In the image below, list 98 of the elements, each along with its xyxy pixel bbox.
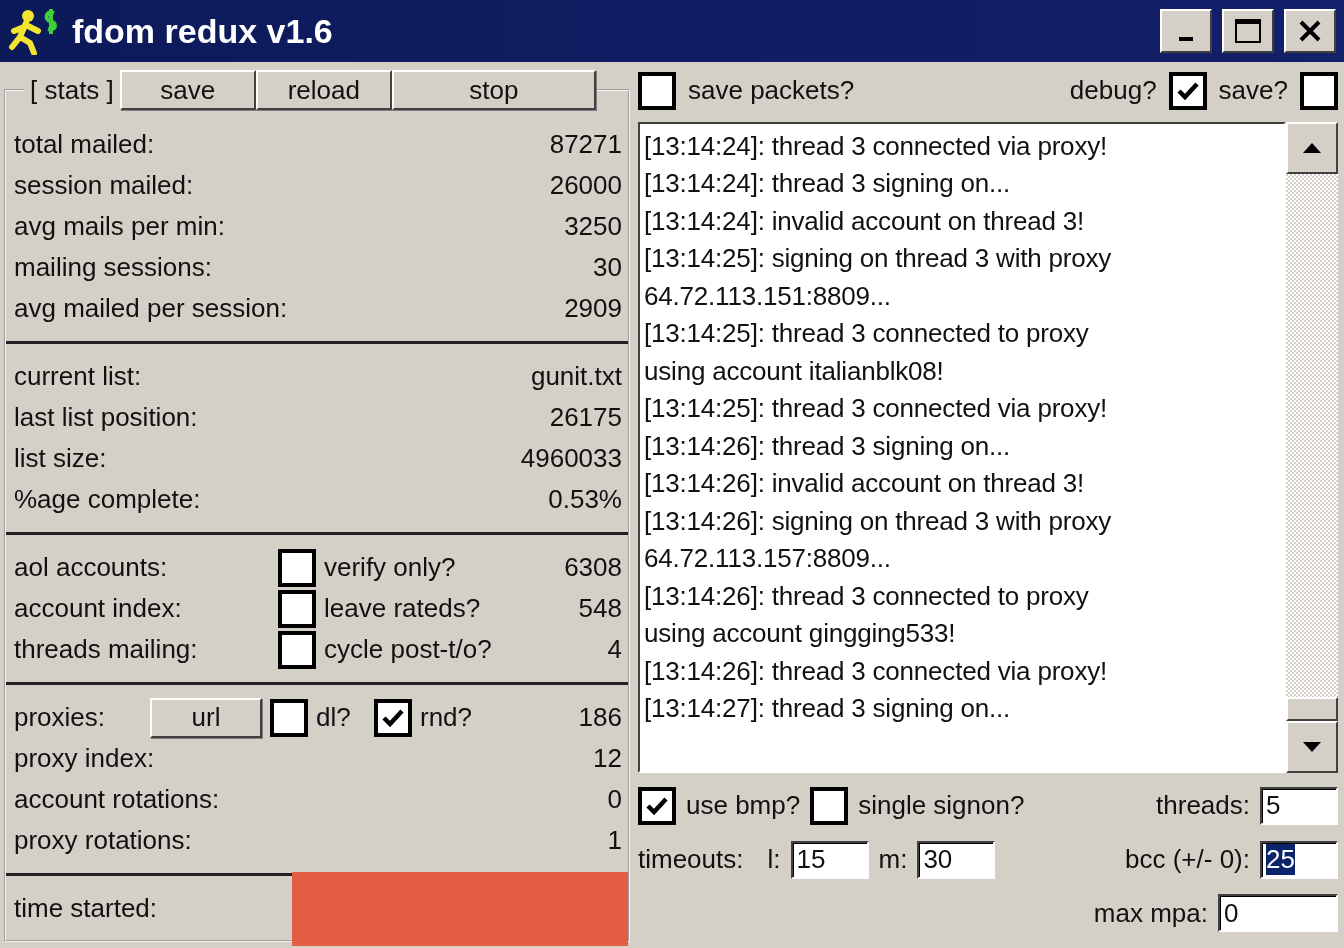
stat-value: 26175 [549,402,622,433]
stat-value: 0 [607,784,622,815]
log-line: [13:14:26]: invalid account on thread 3! [644,467,1086,501]
log-line: [13:14:26]: thread 3 connected via proxy! [644,654,1108,688]
stat-label: aol accounts: [14,552,169,583]
option-label: dl? [316,702,352,733]
field-label: timeouts: [638,844,744,876]
stat-label: proxies: [14,702,107,733]
url-button[interactable]: url [150,697,262,738]
option-checkbox[interactable] [638,786,676,825]
log-line: [13:14:24]: thread 3 connected via proxy! [644,129,1108,163]
stat-value: 1 [607,825,622,856]
log-line: [13:14:26]: signing on thread 3 with proxy [644,504,1113,538]
stat-value: 6308 [564,552,622,583]
option-checkbox[interactable] [1300,71,1338,110]
option-checkbox[interactable] [638,71,676,110]
input-field[interactable]: 15 [790,840,869,879]
panel-legend: [ stats ] [24,74,120,106]
stat-value: 4 [607,634,622,665]
log-line: [13:14:25]: signing on thread 3 with proxy [644,242,1113,276]
stat-label: time started: [14,893,159,924]
stat-value: 4960033 [520,443,622,474]
stat-label: proxy index: [14,743,156,774]
stat-label: last list position: [14,402,199,433]
option-label: use bmp? [686,790,801,822]
stat-value: 26000 [549,170,622,201]
maximize-icon [1234,18,1262,44]
log-line: [13:14:26]: thread 3 connected to proxy [644,579,1090,613]
field-label: bcc (+/- 0): [1125,844,1250,876]
option-label: save? [1218,75,1288,107]
close-button[interactable] [1284,9,1336,53]
minimize-button[interactable] [1160,9,1212,53]
log-line: [13:14:24]: thread 3 signing on... [644,167,1012,201]
stat-label: account rotations: [14,784,221,815]
up-arrow-icon [1303,142,1321,153]
stat-label: threads mailing: [14,634,199,665]
option-checkbox[interactable] [374,698,412,737]
option-label: debug? [1069,75,1157,107]
log-line: 64.72.113.157:8809... [644,542,892,576]
input-field[interactable]: 25 [1260,840,1338,879]
toolbar-button[interactable]: save [119,70,256,110]
option-label: single signon? [858,790,1025,822]
stat-value: gunit.txt [530,361,622,392]
down-arrow-icon [1303,742,1321,753]
stat-label: list size: [14,443,108,474]
option-label: rnd? [420,702,470,733]
option-checkbox[interactable] [1168,71,1207,110]
input-field[interactable]: 0 [1218,894,1338,933]
stat-value: 12 [593,743,622,774]
stat-label: session mailed: [14,170,195,201]
selected-text: 25 [1266,844,1295,876]
stat-label: proxy rotations: [14,825,193,856]
stat-value: 0.53% [548,484,622,515]
option-checkbox[interactable] [278,630,316,669]
option-label: save packets? [688,75,855,107]
maximize-button[interactable] [1222,9,1274,53]
scroll-thumb[interactable] [1286,697,1338,722]
window-title: fdom redux v1.6 [72,11,334,51]
option-checkbox[interactable] [270,698,308,737]
stat-value: 87271 [549,129,622,160]
option-label: cycle post-t/o? [324,634,492,665]
stat-value: 2909 [564,293,622,324]
stat-label: total mailed: [14,129,156,160]
stat-label: account index: [14,593,183,624]
log-line: [13:14:24]: invalid account on thread 3! [644,204,1086,238]
toolbar-button[interactable]: reload [255,70,392,110]
option-label: leave rateds? [324,593,481,624]
stat-value: 548 [578,593,622,624]
toolbar-button[interactable]: stop [391,70,596,110]
scroll-up-button[interactable] [1286,121,1338,174]
input-field[interactable]: 30 [917,840,996,879]
option-checkbox[interactable] [810,786,849,825]
log-line: [13:14:25]: thread 3 connected to proxy [644,317,1090,351]
field-label: m: [878,844,908,876]
option-label: verify only? [324,552,456,583]
option-checkbox[interactable] [278,548,316,587]
stat-value: 186 [578,702,622,733]
scroll-down-button[interactable] [1286,721,1338,774]
field-label: threads: [1156,790,1250,822]
log-line: using account italianblk08! [644,354,945,388]
stat-label: %age complete: [14,484,202,515]
stat-label: mailing sessions: [14,252,213,283]
stat-label: avg mails per min: [14,211,226,242]
minimize-icon [1179,37,1193,41]
log-line: [13:14:26]: thread 3 signing on... [644,429,1012,463]
log-line: [13:14:25]: thread 3 connected via proxy! [644,392,1108,426]
field-label: max mpa: [1093,897,1208,929]
input-field[interactable]: 5 [1260,786,1338,825]
log-line: [13:14:27]: thread 3 signing on... [644,692,1012,726]
log-line: using account gingging533! [644,617,957,651]
stat-value: 30 [593,252,622,283]
field-label: l: [767,844,781,876]
log-line: 64.72.113.151:8809... [644,279,892,313]
close-icon [1297,19,1323,43]
stat-label: avg mailed per session: [14,293,289,324]
option-checkbox[interactable] [278,589,316,628]
stat-value: 3250 [564,211,622,242]
stat-label: current list: [14,361,143,392]
